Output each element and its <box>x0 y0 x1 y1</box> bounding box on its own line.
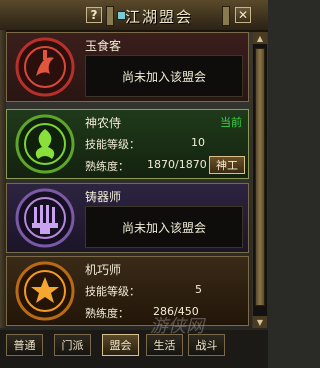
mechanic-emblem-icon <box>14 260 76 322</box>
guild-card-zhuqishi[interactable]: 铸器师 尚未加入该盟会 <box>6 183 249 253</box>
title-bar[interactable]: ? 江湖盟会 ✕ <box>0 0 268 32</box>
guild-card-shennong[interactable]: 神农侍 当前 技能等级： 10 熟练度： 1870/1870 神工 <box>6 109 249 179</box>
current-guild-badge: 当前 <box>220 116 242 129</box>
not-joined-status: 尚未加入该盟会 <box>121 70 206 84</box>
scroll-thumb[interactable] <box>255 48 265 306</box>
tab-menghui[interactable]: 盟会 <box>102 334 139 356</box>
title-ornament <box>106 6 114 26</box>
help-button[interactable]: ? <box>86 7 102 23</box>
not-joined-status: 尚未加入该盟会 <box>121 221 206 235</box>
forge-emblem-icon <box>14 187 76 249</box>
guild-card-yushike[interactable]: 玉食客 尚未加入该盟会 <box>6 32 249 102</box>
scroll-up-icon[interactable]: ▲ <box>253 32 267 44</box>
tab-putong[interactable]: 普通 <box>6 334 43 356</box>
proficiency-label: 熟练度： <box>85 160 129 173</box>
tab-menpai[interactable]: 门派 <box>54 334 91 356</box>
guild-card-jiqiaoshi[interactable]: 机巧师 技能等级： 5 熟练度： 286/450 <box>6 256 249 326</box>
skill-level-value: 10 <box>191 136 205 149</box>
skill-level-label: 技能等级： <box>85 138 140 151</box>
scroll-down-icon[interactable]: ▼ <box>253 316 267 328</box>
scrollbar[interactable]: ▲ ▼ <box>252 32 267 328</box>
shengong-button[interactable]: 神工 <box>209 156 245 174</box>
shennong-emblem-icon <box>14 113 76 175</box>
jade-food-emblem-icon <box>14 36 76 98</box>
guild-info-panel: 尚未加入该盟会 <box>85 206 243 248</box>
guild-info-panel: 尚未加入该盟会 <box>85 55 243 97</box>
guild-name: 铸器师 <box>85 190 122 204</box>
site-watermark: 游侠网 <box>150 316 204 337</box>
title-ornament <box>222 6 230 26</box>
proficiency-label: 熟练度： <box>85 307 129 320</box>
skill-level-value: 5 <box>195 283 202 296</box>
window-title: 江湖盟会 <box>125 8 194 26</box>
guild-name: 机巧师 <box>85 263 122 277</box>
guild-name: 神农侍 <box>85 116 122 130</box>
skill-level-label: 技能等级： <box>85 285 140 298</box>
proficiency-value: 1870/1870 <box>147 158 207 171</box>
bottom-tab-bar: 普通 门派 盟会 生活 战斗 <box>0 330 268 368</box>
close-button[interactable]: ✕ <box>235 7 251 23</box>
guild-name: 玉食客 <box>85 39 122 53</box>
